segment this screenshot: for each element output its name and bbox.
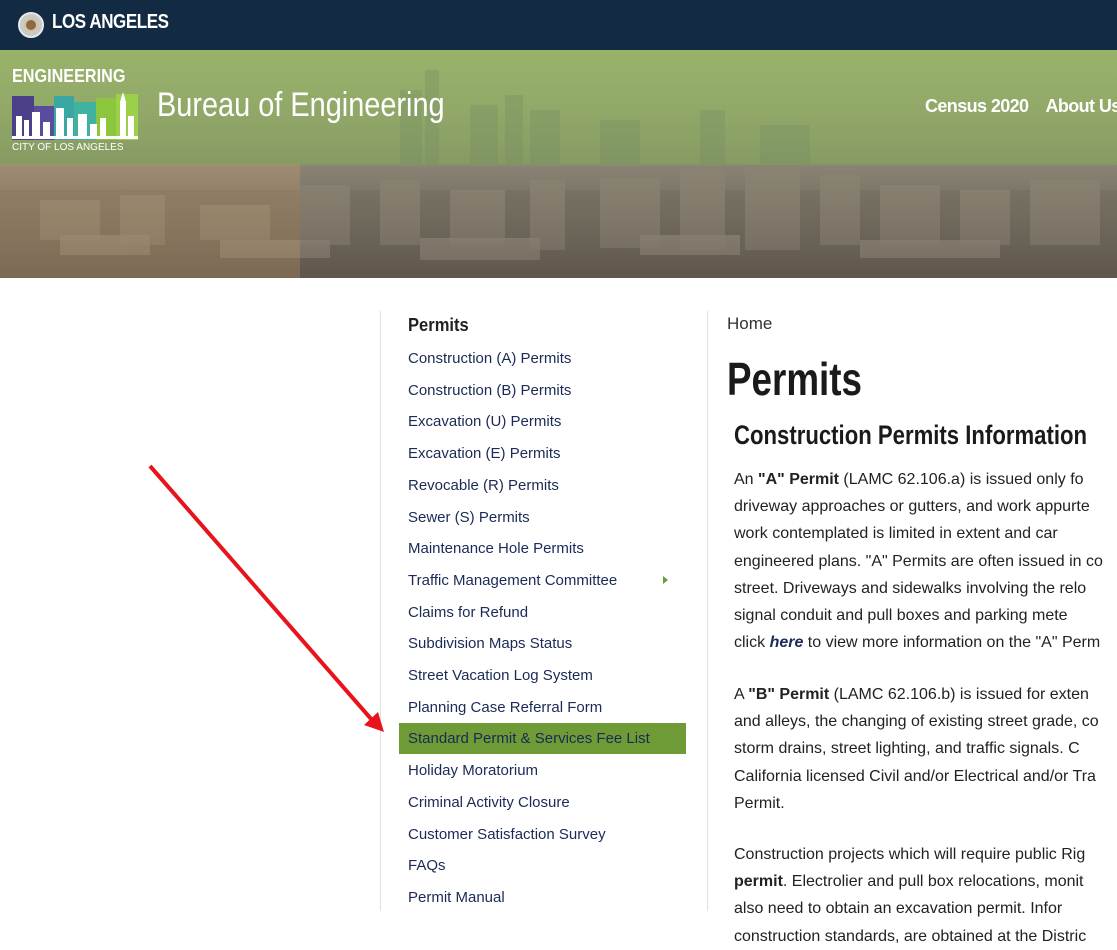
sidebar-item-label: Claims for Refund — [408, 603, 529, 621]
b-permit-paragraph: A "B" Permit (LAMC 62.106.b) is issued f… — [734, 686, 1099, 812]
sidebar-item-label: Maintenance Hole Permits — [408, 540, 584, 558]
city-seal-icon[interactable] — [18, 12, 44, 38]
sidebar-item-label: Construction (A) Permits — [408, 350, 572, 367]
construction-projects-paragraph: Construction projects which will require… — [734, 846, 1087, 945]
section-title: Construction Permits Information — [734, 420, 1088, 450]
top-navigation: Census 2020 About Us — [925, 96, 1117, 117]
sidebar-item-excavation-u-permits[interactable]: Excavation (U) Permits — [399, 406, 686, 437]
nav-census-2020[interactable]: Census 2020 — [925, 96, 1029, 117]
logo-skyline-icon — [12, 92, 138, 140]
sidebar-item-maintenance-hole-permits[interactable]: Maintenance Hole Permits — [399, 533, 686, 564]
sidebar-item-label: Street Vacation Log System — [408, 667, 593, 684]
breadcrumb-home[interactable]: Home — [727, 314, 772, 334]
header-banner: ENGINEERING CITY OF LOS ANGELES Bureau o… — [0, 50, 1117, 278]
sidebar-item-claims-for-refund[interactable]: Claims for Refund — [399, 597, 686, 628]
sidebar-item-sewer-s-permits[interactable]: Sewer (S) Permits — [399, 502, 686, 533]
sidebar-title: Permits — [408, 315, 469, 335]
a-permit-paragraph: An "A" Permit (LAMC 62.106.a) is issued … — [734, 471, 1103, 652]
sidebar-item-label: Excavation (E) Permits — [408, 445, 561, 463]
sidebar-item-label: Traffic Management Committee — [408, 571, 618, 589]
sidebar-item-label: Subdivision Maps Status — [408, 635, 573, 653]
sidebar-item-label: Sewer (S) Permits — [408, 508, 530, 526]
sidebar-item-customer-satisfaction-survey[interactable]: Customer Satisfaction Survey — [399, 819, 686, 850]
sidebar-item-label: Criminal Activity Closure — [408, 793, 570, 811]
sidebar-item-construction-b-permits[interactable]: Construction (B) Permits — [399, 375, 686, 406]
city-skyline-photo — [0, 50, 1117, 278]
nav-about-us[interactable]: About Us — [1045, 96, 1117, 117]
sidebar-item-excavation-e-permits[interactable]: Excavation (E) Permits — [399, 438, 686, 469]
sidebar-item-subdivision-maps-status[interactable]: Subdivision Maps Status — [399, 628, 686, 659]
permits-sidebar: Permits Construction (A) Permits Construc… — [380, 311, 708, 911]
sidebar-item-label: Excavation (U) Permits — [408, 413, 562, 431]
submenu-arrow-icon[interactable] — [663, 575, 668, 584]
logo-engineering-text: ENGINEERING — [12, 66, 126, 86]
here-link[interactable]: here — [770, 634, 804, 651]
sidebar-item-label: Revocable (R) Permits — [408, 476, 559, 494]
sidebar-item-label: Holiday Moratorium — [408, 762, 539, 780]
sidebar-item-planning-case-referral-form[interactable]: Planning Case Referral Form — [399, 692, 686, 723]
city-name-link[interactable]: LOS ANGELES — [52, 11, 169, 34]
sidebar-item-label: Permit Manual — [408, 888, 505, 906]
site-title[interactable]: Bureau of Engineering — [157, 86, 445, 125]
sidebar-item-standard-permit-services-fee-list[interactable]: Standard Permit & Services Fee List — [399, 723, 686, 755]
city-topbar: LOS ANGELES — [0, 0, 1117, 50]
sidebar-item-construction-a-permits[interactable]: Construction (A) Permits — [399, 343, 686, 374]
sidebar-item-criminal-activity-closure[interactable]: Criminal Activity Closure — [399, 787, 686, 818]
logo-city-text: CITY OF LOS ANGELES — [12, 142, 124, 153]
sidebar-item-street-vacation-log-system[interactable]: Street Vacation Log System — [399, 660, 686, 691]
sidebar-item-traffic-management-committee[interactable]: Traffic Management Committee — [399, 565, 686, 596]
sidebar-item-revocable-r-permits[interactable]: Revocable (R) Permits — [399, 470, 686, 501]
page-title: Permits — [727, 353, 862, 405]
sidebar-item-label: Planning Case Referral Form — [408, 698, 603, 716]
sidebar-item-label: FAQs — [408, 857, 446, 875]
bureau-engineering-logo[interactable]: ENGINEERING CITY OF LOS ANGELES — [12, 66, 138, 156]
sidebar-item-label: Customer Satisfaction Survey — [408, 825, 606, 843]
sidebar-item-faqs[interactable]: FAQs — [399, 850, 686, 881]
sidebar-item-holiday-moratorium[interactable]: Holiday Moratorium — [399, 755, 686, 786]
sidebar-item-permit-manual[interactable]: Permit Manual — [399, 882, 686, 913]
sidebar-item-label: Standard Permit & Services Fee List — [408, 730, 650, 748]
sidebar-item-label: Construction (B) Permits — [408, 381, 572, 399]
